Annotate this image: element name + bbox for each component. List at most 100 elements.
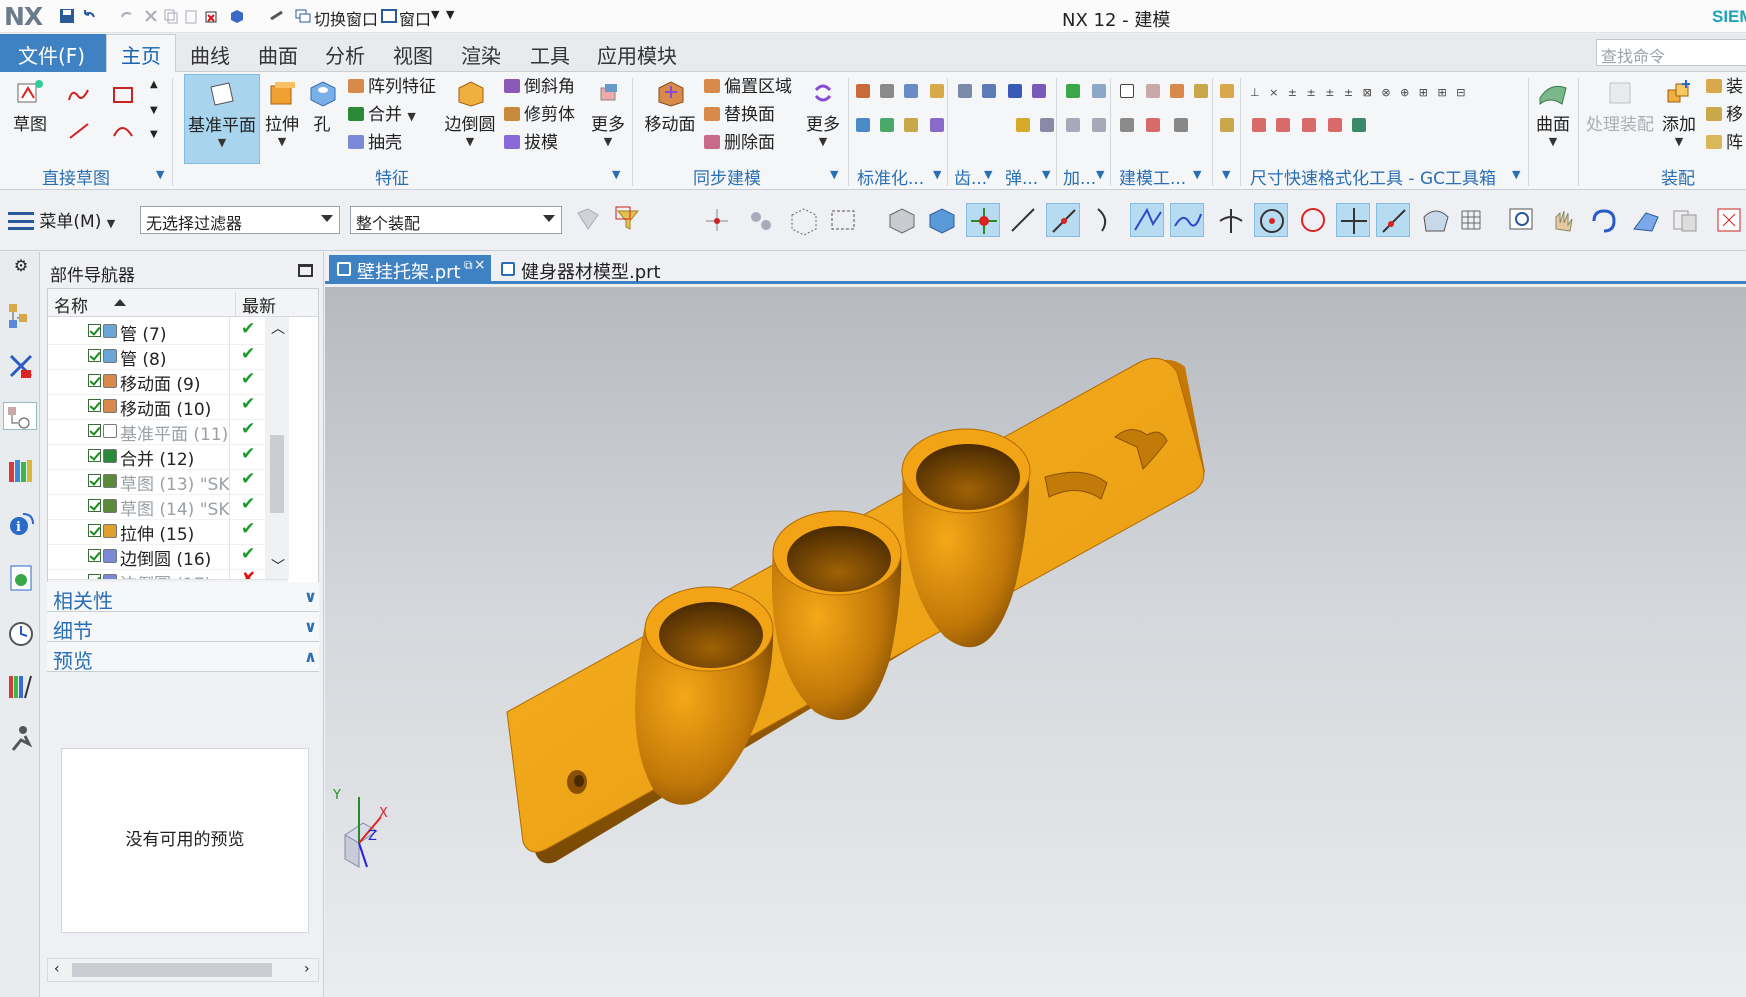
modeling-tool-icon[interactable]	[1120, 118, 1134, 132]
gc-tool-icon[interactable]	[1252, 118, 1266, 132]
point-on-curve-icon[interactable]	[1376, 203, 1410, 237]
spring-tool-icon[interactable]	[1008, 84, 1022, 98]
switch-window-button[interactable]: 切换窗口	[314, 6, 378, 30]
close-icon[interactable]: ×	[474, 257, 486, 273]
gc-tool-icon[interactable]	[1352, 118, 1366, 132]
existing-point-icon[interactable]	[1336, 203, 1370, 237]
gc-tool-icon[interactable]	[1276, 118, 1290, 132]
spring-tool-icon[interactable]	[1040, 118, 1054, 132]
roles-icon[interactable]	[7, 724, 35, 752]
hd3d-tools-icon[interactable]: i	[7, 510, 35, 538]
visibility-checkbox[interactable]	[88, 524, 101, 537]
curve-point-icon[interactable]	[1170, 203, 1204, 237]
add-component-button[interactable]: 添加 ▼	[1658, 74, 1700, 148]
modeling-tool-icon[interactable]	[1194, 84, 1208, 98]
delete-icon[interactable]	[202, 7, 220, 25]
rectangle-icon[interactable]	[112, 86, 133, 103]
tree-row[interactable]: 移动面 (9) ✔	[48, 367, 288, 395]
gc-tool-icon[interactable]	[1302, 118, 1316, 132]
wireframe-cube-icon[interactable]	[786, 203, 820, 237]
visibility-checkbox[interactable]	[88, 449, 101, 462]
assembly-navigator-icon[interactable]	[7, 302, 35, 330]
direct-sketch-group-caret[interactable]: ▼	[156, 168, 164, 181]
tree-row[interactable]: 移动面 (10) ✔	[48, 392, 288, 420]
unite-button[interactable]: 合并 ▼	[348, 104, 416, 128]
feature-more-button[interactable]: 更多 ▼	[588, 74, 628, 148]
draft-button[interactable]: 拔模	[504, 132, 558, 156]
spring-tool-icon[interactable]	[1016, 118, 1030, 132]
undo-icon[interactable]	[80, 7, 98, 25]
column-header-latest[interactable]: 最新	[235, 292, 276, 317]
extrude-caret[interactable]: ▼	[262, 135, 302, 148]
visibility-checkbox[interactable]	[88, 474, 101, 487]
gc-dimension-format-tools[interactable]: ⊥ × ± ± ± ± ⊠ ⊗ ⊕ ⊞ ⊞ ⊟	[1250, 82, 1468, 106]
visibility-checkbox[interactable]	[88, 374, 101, 387]
feature-group-caret[interactable]: ▼	[612, 168, 620, 181]
sort-ascending-icon[interactable]	[114, 299, 126, 306]
edge-blend-button[interactable]: 边倒圆 ▼	[442, 74, 498, 148]
system-materials-icon[interactable]	[7, 672, 35, 700]
tab-render[interactable]: 渲染	[461, 40, 501, 69]
tab-home[interactable]: 主页	[106, 34, 176, 73]
zoom-window-icon[interactable]	[1504, 203, 1538, 237]
standard-part-icon[interactable]	[856, 84, 870, 98]
preview-panel-header[interactable]: 预览 ∧	[47, 642, 319, 673]
tree-row[interactable]: 草图 (13) "SK...✔	[48, 467, 288, 495]
scroll-left-icon[interactable]: ‹	[54, 961, 60, 977]
modeling-tool-icon[interactable]	[1146, 118, 1160, 132]
chamfer-button[interactable]: 倒斜角	[504, 76, 575, 100]
gc-tool-icon[interactable]	[1220, 84, 1234, 98]
holder-cup-1[interactable]	[635, 586, 774, 805]
circle-quadrant-icon[interactable]	[1296, 203, 1330, 237]
filter-icon[interactable]	[612, 203, 646, 237]
document-tab[interactable]: 健身器材模型.prt	[493, 255, 669, 284]
pan-icon[interactable]	[1546, 203, 1580, 237]
command-search-input[interactable]: 查找命令	[1596, 39, 1746, 66]
visibility-checkbox[interactable]	[88, 399, 101, 412]
add-tool-icon[interactable]	[1066, 118, 1080, 132]
orient-view-icon[interactable]	[1628, 203, 1662, 237]
arc-center-icon[interactable]	[1254, 203, 1288, 237]
paste-icon[interactable]	[182, 7, 200, 25]
cut-icon[interactable]	[142, 7, 160, 25]
tree-row[interactable]: 管 (8) ✔	[48, 342, 288, 370]
snap-enable-icon[interactable]	[966, 203, 1000, 237]
arc-icon[interactable]	[112, 122, 133, 137]
sync-group-caret[interactable]: ▼	[830, 168, 838, 181]
pattern-feature-button[interactable]: 阵列特征	[348, 76, 436, 100]
standard-part-icon[interactable]	[880, 84, 894, 98]
tab-surface[interactable]: 曲面	[258, 40, 298, 69]
line-icon[interactable]	[68, 122, 89, 139]
pattern-component-button[interactable]: 阵	[1706, 132, 1743, 156]
graphics-window[interactable]: Y X Z	[325, 287, 1746, 997]
visibility-checkbox[interactable]	[88, 324, 101, 337]
copy-icon[interactable]	[162, 7, 180, 25]
rotate-icon[interactable]	[1586, 203, 1620, 237]
move-component-button[interactable]: 移	[1706, 104, 1743, 128]
spring-tool-icon[interactable]	[1032, 84, 1046, 98]
shell-button[interactable]: 抽壳	[348, 132, 402, 156]
visibility-checkbox[interactable]	[88, 424, 101, 437]
control-point-icon[interactable]	[1090, 203, 1124, 237]
end-point-icon[interactable]	[1006, 203, 1040, 237]
window-dropdown-caret[interactable]: ▼	[431, 8, 439, 21]
details-panel-header[interactable]: 细节 ∨	[47, 612, 319, 643]
replace-face-button[interactable]: 替换面	[704, 104, 775, 128]
switch-window-icon[interactable]	[294, 7, 312, 25]
standard-part-icon[interactable]	[880, 118, 894, 132]
tree-row[interactable]: 管 (7) ✔	[48, 317, 288, 345]
tab-applications[interactable]: 应用模块	[597, 40, 677, 69]
window-icon[interactable]	[380, 7, 398, 25]
standard-part-icon[interactable]	[856, 118, 870, 132]
visibility-checkbox[interactable]	[88, 349, 101, 362]
modeling-tool-icon[interactable]	[1120, 84, 1134, 98]
modeling-tool-icon[interactable]	[1170, 84, 1184, 98]
mid-point-icon[interactable]	[1046, 203, 1080, 237]
general-selection-icon[interactable]	[570, 203, 604, 237]
scroll-up-icon[interactable]: ︿	[271, 322, 285, 336]
selection-filter-dropdown[interactable]: 无选择过滤器	[140, 206, 340, 234]
surface-button[interactable]: 曲面 ▼	[1532, 74, 1574, 148]
delete-face-button[interactable]: 删除面	[704, 132, 775, 156]
solid-body-icon[interactable]	[884, 203, 918, 237]
extrude-button[interactable]: 拉伸 ▼	[262, 74, 302, 148]
